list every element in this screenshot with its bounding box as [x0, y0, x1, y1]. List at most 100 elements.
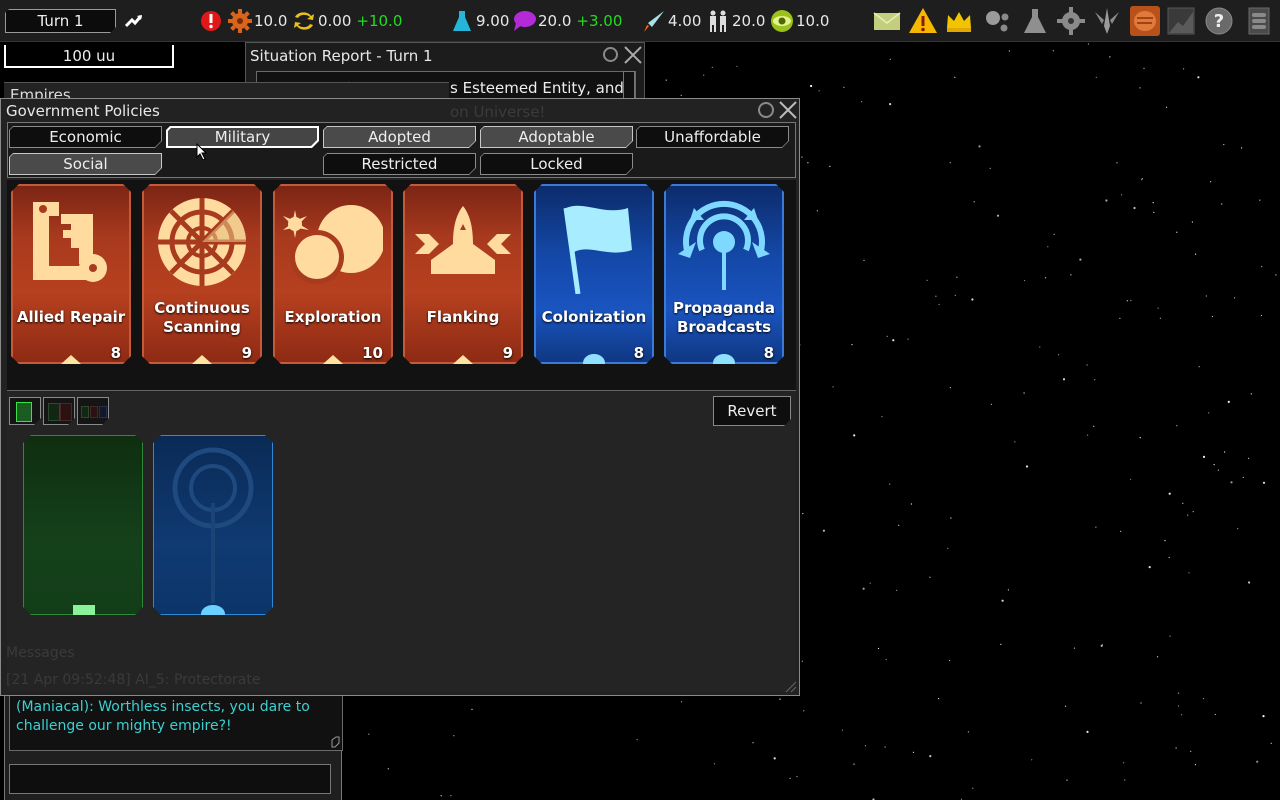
messages-icon[interactable]	[872, 6, 902, 36]
wrench-gear-icon	[21, 194, 121, 294]
autoturn-icon[interactable]	[124, 12, 144, 30]
star	[1259, 199, 1261, 201]
star	[862, 587, 865, 590]
broadcast-icon	[674, 194, 774, 294]
star	[1047, 246, 1049, 248]
filter-social-button[interactable]: Social	[9, 153, 162, 175]
rocket-icon	[644, 11, 664, 32]
filter-locked-button[interactable]: Locked	[480, 153, 633, 175]
production-icon[interactable]	[1056, 6, 1086, 36]
star	[949, 387, 952, 389]
warning-icon[interactable]	[908, 6, 938, 36]
star	[1153, 211, 1155, 213]
menu-icon[interactable]	[1244, 6, 1274, 36]
star	[752, 742, 754, 744]
star	[1156, 656, 1159, 658]
government-fist-icon[interactable]	[1130, 6, 1160, 36]
influence-icon	[294, 12, 314, 30]
alert-icon[interactable]	[200, 10, 222, 32]
filter-adoptable-button[interactable]: Adoptable	[480, 126, 633, 148]
fleet-upkeep-indicator[interactable]: 4.00	[642, 9, 701, 33]
scroll-grip-icon[interactable]	[330, 736, 340, 748]
galaxy-map-icon[interactable]	[982, 6, 1012, 36]
star	[929, 576, 931, 578]
star	[1176, 231, 1178, 233]
star	[967, 731, 970, 733]
policy-card-propaganda-broadcasts[interactable]: Propaganda Broadcasts 8	[664, 184, 784, 364]
slot-layout-tab-1[interactable]	[9, 397, 41, 425]
influence-indicator[interactable]: 0.00 +10.0	[292, 9, 402, 33]
policy-card-flanking[interactable]: Flanking 9	[403, 184, 523, 364]
government-pin-icon[interactable]	[758, 102, 774, 118]
star	[822, 529, 826, 532]
messages-window[interactable]: (Maniacal): Worthless insects, you dare …	[4, 696, 343, 800]
research-indicator[interactable]: 9.00	[450, 9, 509, 33]
star	[1130, 300, 1132, 302]
population-indicator[interactable]: 20.0	[706, 9, 765, 33]
social-policy-slot[interactable]	[153, 435, 273, 615]
empire-crown-icon[interactable]	[944, 6, 974, 36]
policy-card-continuous-scanning[interactable]: Continuous Scanning 9	[142, 184, 262, 364]
filter-adopted-button[interactable]: Adopted	[323, 126, 476, 148]
help-icon[interactable]: ?	[1204, 6, 1234, 36]
star	[1121, 194, 1123, 196]
star	[972, 787, 974, 789]
svg-text:?: ?	[1214, 11, 1224, 32]
star	[1230, 481, 1233, 484]
star	[889, 58, 891, 60]
star	[1093, 425, 1095, 427]
sitrep-close-icon[interactable]	[623, 45, 643, 65]
revert-button[interactable]: Revert	[713, 396, 791, 426]
ship-design-icon[interactable]	[1092, 6, 1122, 36]
detection-indicator[interactable]: 10.0	[770, 9, 829, 33]
economic-policy-slot[interactable]	[23, 435, 143, 615]
military-marker-icon	[192, 355, 212, 364]
government-close-icon[interactable]	[778, 100, 798, 120]
research-icon[interactable]	[1020, 6, 1050, 36]
star	[1143, 67, 1145, 69]
star	[1000, 643, 1002, 646]
star	[779, 698, 781, 700]
star	[938, 698, 940, 700]
policy-cost: 9	[241, 344, 252, 362]
policy-name: Flanking	[426, 308, 500, 326]
star	[1120, 530, 1122, 533]
graphs-icon[interactable]	[1166, 6, 1196, 36]
star	[954, 76, 956, 78]
economic-marker-icon	[73, 605, 95, 615]
filter-unaffordable-button[interactable]: Unaffordable	[636, 126, 789, 148]
slot-layout-tab-3[interactable]	[77, 397, 109, 425]
slot-layout-tab-2[interactable]	[43, 397, 75, 425]
available-policies-list: Allied Repair 8 Continuous Scanning 9 Ex…	[7, 180, 796, 391]
policy-card-colonization[interactable]: Colonization 8	[534, 184, 654, 364]
star	[1198, 366, 1200, 368]
resize-grip-icon[interactable]	[783, 679, 797, 693]
star	[796, 776, 798, 778]
star	[1221, 203, 1223, 205]
filter-restricted-button[interactable]: Restricted	[323, 153, 476, 175]
military-marker-icon	[323, 355, 343, 364]
star	[877, 647, 880, 650]
policy-cost: 9	[502, 344, 513, 362]
star	[1126, 300, 1128, 302]
filter-military-button[interactable]: Military	[166, 126, 319, 148]
message-input[interactable]	[9, 764, 331, 794]
star	[1181, 714, 1183, 716]
policy-card-exploration[interactable]: Exploration 10	[273, 184, 393, 364]
government-policies-window[interactable]: Government Policies on Universe! Economi…	[0, 98, 800, 696]
star	[1008, 50, 1011, 52]
turn-button[interactable]: Turn 1	[5, 9, 116, 33]
radar-icon	[152, 194, 252, 294]
industry-indicator[interactable]: 10.0	[228, 9, 287, 33]
sitrep-pin-icon[interactable]	[603, 47, 618, 62]
star	[1237, 528, 1239, 530]
star	[789, 777, 791, 779]
filter-economic-button[interactable]: Economic	[9, 126, 162, 148]
star	[1095, 76, 1097, 78]
trade-indicator[interactable]: 20.0 +3.00	[512, 9, 622, 33]
star	[1211, 315, 1213, 318]
star	[803, 710, 805, 712]
policy-card-allied-repair[interactable]: Allied Repair 8	[11, 184, 131, 364]
star	[680, 94, 682, 96]
star	[956, 276, 958, 278]
